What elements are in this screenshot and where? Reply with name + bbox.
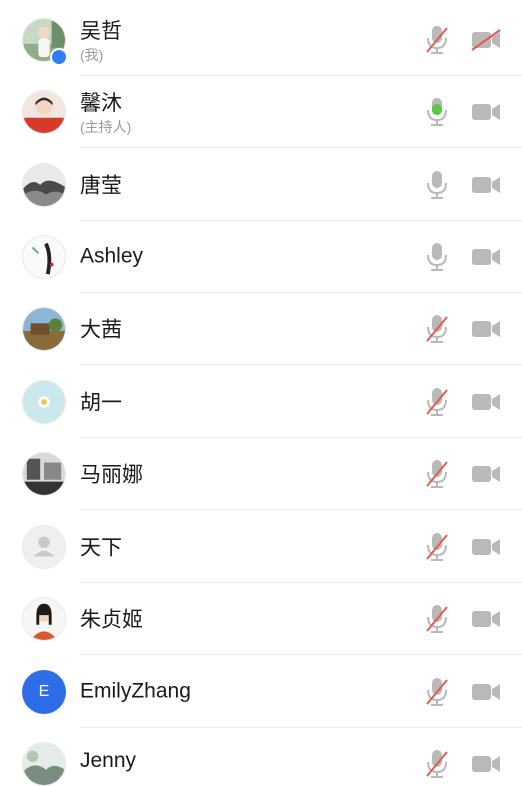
photo-flower-icon — [23, 381, 65, 423]
camera-icon[interactable] — [470, 317, 502, 341]
participant-name: EmilyZhang — [80, 679, 191, 703]
participant-name: 天下 — [80, 536, 122, 560]
microphone-muted-icon[interactable] — [424, 603, 450, 635]
participant-row[interactable]: Jenny — [0, 728, 522, 786]
participant-subtitle: (主持人) — [80, 119, 132, 135]
microphone-icon[interactable] — [424, 169, 450, 201]
participant-row[interactable]: 大茜 — [0, 293, 522, 365]
avatar[interactable] — [22, 90, 66, 134]
photo-sketch-icon — [23, 236, 65, 278]
participant-name: Ashley — [80, 244, 144, 268]
avatar[interactable] — [22, 380, 66, 424]
microphone-muted-icon[interactable] — [424, 748, 450, 780]
participant-row[interactable]: 马丽娜 — [0, 438, 522, 510]
microphone-muted-icon[interactable] — [424, 531, 450, 563]
camera-icon[interactable] — [470, 680, 502, 704]
divider — [80, 654, 522, 655]
participant-name: 大茜 — [80, 318, 122, 342]
avatar[interactable] — [22, 163, 66, 207]
participant-row[interactable]: E EmilyZhang — [0, 656, 522, 728]
camera-icon[interactable] — [470, 390, 502, 414]
camera-icon[interactable] — [470, 462, 502, 486]
avatar[interactable] — [22, 235, 66, 279]
participant-name: 馨沐 — [80, 92, 122, 115]
microphone-muted-icon[interactable] — [424, 24, 450, 56]
photo-person-icon — [23, 91, 65, 133]
photo-landscape-icon — [23, 743, 65, 785]
microphone-muted-icon[interactable] — [424, 676, 450, 708]
camera-icon[interactable] — [470, 100, 502, 124]
participant-row[interactable]: Ashley — [0, 221, 522, 293]
microphone-muted-icon[interactable] — [424, 313, 450, 345]
default-user-icon — [23, 526, 65, 568]
camera-off-icon[interactable] — [470, 28, 502, 52]
participant-name: 马丽娜 — [80, 463, 143, 487]
participant-name: 朱贞姬 — [80, 608, 143, 632]
participant-subtitle: (我) — [80, 47, 104, 63]
participant-row[interactable]: 唐莹 — [0, 149, 522, 221]
avatar[interactable] — [22, 307, 66, 351]
camera-icon[interactable] — [470, 535, 502, 559]
participant-row[interactable]: 馨沐 (主持人) — [0, 76, 522, 148]
camera-icon[interactable] — [470, 607, 502, 631]
participant-row[interactable]: 天下 — [0, 511, 522, 583]
avatar[interactable] — [22, 597, 66, 641]
photo-landscape-icon — [23, 164, 65, 206]
participant-name: 吴哲 — [80, 20, 122, 43]
avatar[interactable]: E — [22, 670, 66, 714]
participant-list: 吴哲 (我) 馨沐 (主持人) 唐莹 Ashley 大茜 胡一 马丽娜 天下 朱… — [0, 0, 522, 786]
photo-person-icon — [23, 598, 65, 640]
camera-icon[interactable] — [470, 173, 502, 197]
status-badge — [50, 48, 68, 66]
divider — [80, 147, 522, 148]
avatar[interactable] — [22, 742, 66, 786]
participant-row[interactable]: 朱贞姬 — [0, 583, 522, 655]
divider — [80, 364, 522, 365]
photo-street-icon — [23, 453, 65, 495]
photo-landscape-icon — [23, 308, 65, 350]
avatar-letter: E — [38, 683, 50, 700]
microphone-muted-icon[interactable] — [424, 458, 450, 490]
divider — [80, 509, 522, 510]
participant-row[interactable]: 吴哲 (我) — [0, 4, 522, 76]
participant-name: 胡一 — [80, 391, 122, 415]
microphone-icon[interactable] — [424, 241, 450, 273]
camera-icon[interactable] — [470, 245, 502, 269]
microphone-muted-icon[interactable] — [424, 386, 450, 418]
participant-row[interactable]: 胡一 — [0, 366, 522, 438]
avatar[interactable] — [22, 452, 66, 496]
microphone-active-icon[interactable] — [424, 96, 450, 128]
participant-name: 唐莹 — [80, 174, 122, 198]
participant-name: Jenny — [80, 749, 137, 772]
avatar[interactable] — [22, 525, 66, 569]
camera-icon[interactable] — [470, 752, 502, 776]
